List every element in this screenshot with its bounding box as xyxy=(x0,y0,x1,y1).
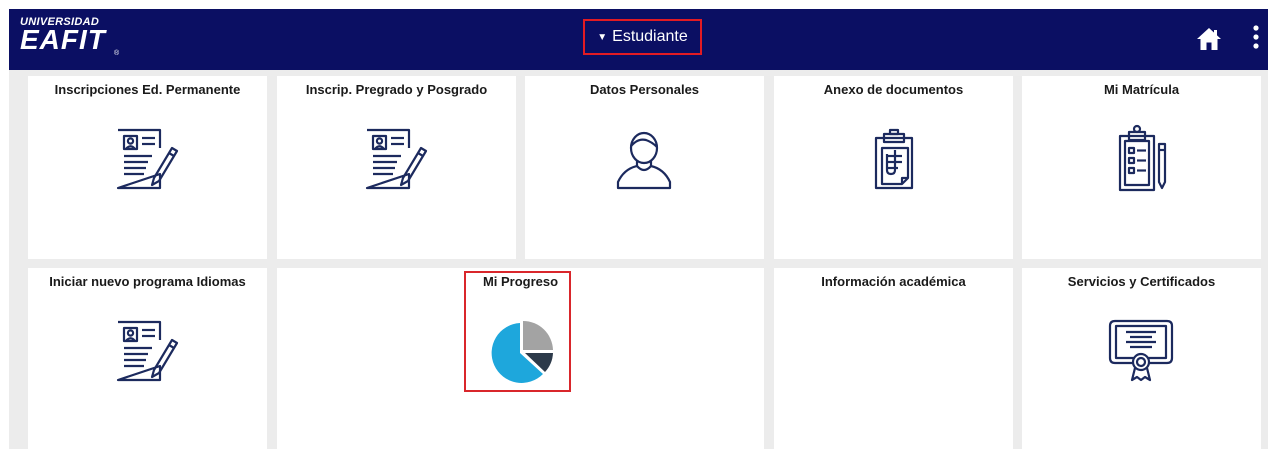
form-edit-icon xyxy=(116,320,179,382)
tile-inscripciones-ed-permanente[interactable]: Inscripciones Ed. Permanente xyxy=(28,76,267,259)
more-options-button[interactable] xyxy=(1249,23,1263,53)
form-edit-icon xyxy=(365,128,428,190)
clipboard-documents-icon xyxy=(874,128,914,190)
tile-datos-personales[interactable]: Datos Personales xyxy=(525,76,764,259)
top-header-bar: UNIVERSIDAD EAFIT ® ▼ Estudiante xyxy=(9,9,1268,70)
tile-title: Datos Personales xyxy=(589,82,700,97)
vertical-ellipsis-icon xyxy=(1253,25,1259,49)
person-icon xyxy=(616,131,672,190)
role-selector-dropdown[interactable]: ▼ Estudiante xyxy=(583,19,702,55)
tile-anexo-documentos[interactable]: Anexo de documentos xyxy=(774,76,1013,259)
tile-title: Inscrip. Pregrado y Posgrado xyxy=(305,82,488,97)
tile-title: Iniciar nuevo programa Idiomas xyxy=(49,274,246,289)
home-icon xyxy=(1197,28,1221,50)
tile-title: Servicios y Certificados xyxy=(1067,274,1216,289)
tile-iniciar-nuevo-programa-idiomas[interactable]: Iniciar nuevo programa Idiomas xyxy=(28,268,267,449)
logo-eafit-text: EAFIT xyxy=(20,24,106,55)
eafit-logo[interactable]: UNIVERSIDAD EAFIT ® xyxy=(20,16,120,62)
tile-title: Inscripciones Ed. Permanente xyxy=(54,82,241,97)
tile-title: Mi Matrícula xyxy=(1103,82,1180,97)
tile-informacion-academica[interactable]: Información académica xyxy=(774,268,1013,449)
tile-inscrip-pregrado-posgrado[interactable]: Inscrip. Pregrado y Posgrado xyxy=(277,76,516,259)
home-button[interactable] xyxy=(1195,25,1223,53)
tile-title: Información académica xyxy=(821,274,966,289)
tile-title: Anexo de documentos xyxy=(823,82,964,97)
logo-registered-mark: ® xyxy=(114,50,120,57)
caret-down-icon: ▼ xyxy=(597,31,608,43)
certificate-icon xyxy=(1108,319,1174,382)
tile-servicios-certificados[interactable]: Servicios y Certificados xyxy=(1022,268,1261,449)
form-edit-icon xyxy=(116,128,179,190)
tile-mi-matricula[interactable]: Mi Matrícula xyxy=(1022,76,1261,259)
highlight-annotation-box xyxy=(464,271,571,392)
app-stage: UNIVERSIDAD EAFIT ® ▼ Estudiante Inscrip… xyxy=(9,9,1268,449)
role-selector-label: Estudiante xyxy=(612,28,688,45)
clipboard-list-icon xyxy=(1118,124,1167,192)
